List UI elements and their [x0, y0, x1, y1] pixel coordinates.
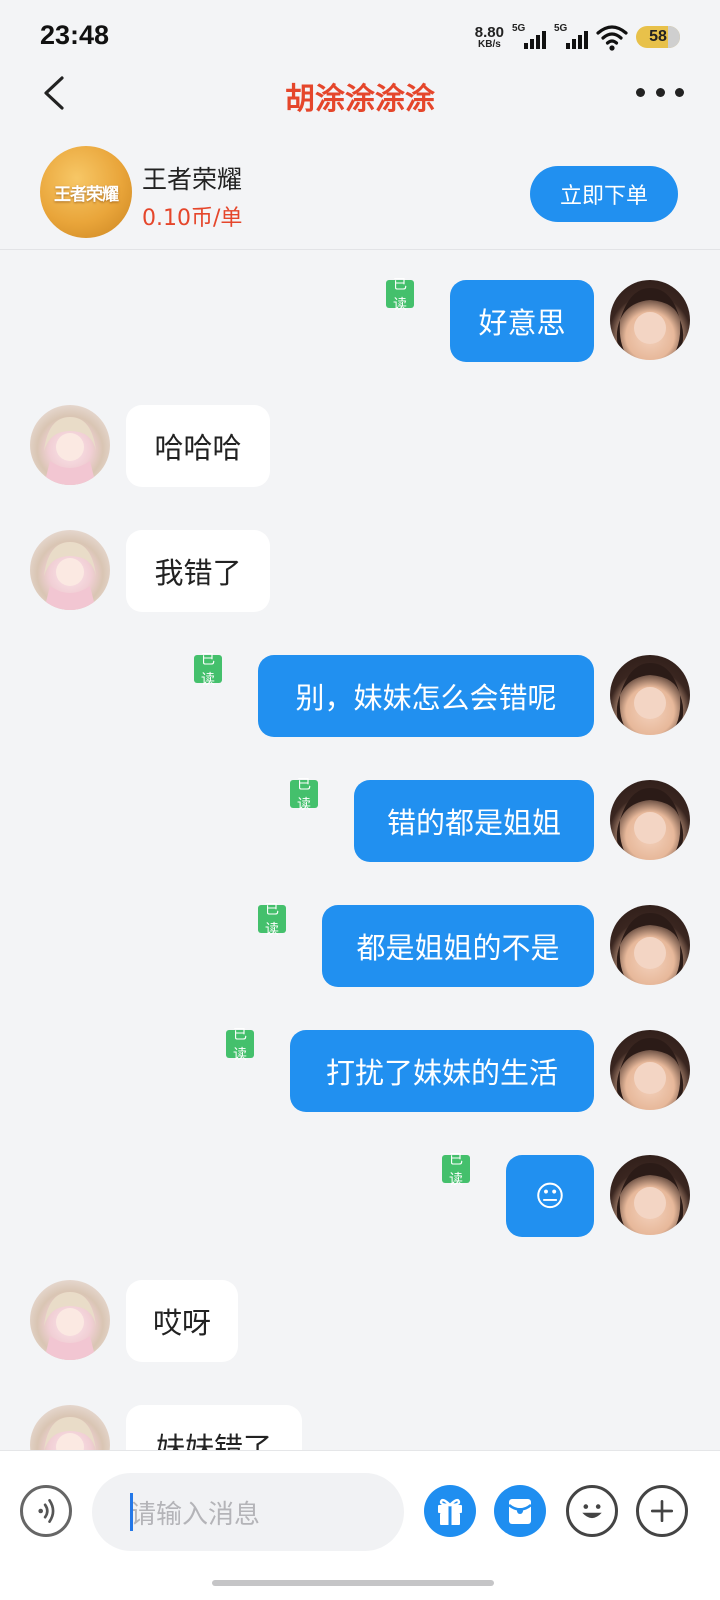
message-bubble-received[interactable]: 哈哈哈	[126, 405, 270, 487]
avatar-self[interactable]	[610, 780, 690, 860]
avatar-contact[interactable]	[30, 1280, 110, 1360]
message-bubble-sent[interactable]: 别，妹妹怎么会错呢	[258, 655, 594, 737]
service-name: 王者荣耀	[142, 165, 243, 194]
voice-icon[interactable]	[20, 1485, 72, 1537]
battery-level: 58	[649, 28, 667, 45]
status-time: 23:48	[40, 20, 110, 50]
message-input-placeholder: 请输入消息	[130, 1499, 261, 1530]
message-bubble-sent[interactable]: 错的都是姐姐	[354, 780, 594, 862]
read-badge: 已读	[442, 1152, 470, 1188]
message-bubble-sent[interactable]: 都是姐姐的不是	[322, 905, 594, 987]
page-title: 胡涂涂涂涂	[285, 82, 435, 117]
gift-icon[interactable]	[424, 1485, 476, 1537]
order-now-button[interactable]: 立即下单	[530, 166, 678, 222]
message-bubble-received[interactable]: 我错了	[126, 530, 270, 612]
signal-5g-icon: 5G	[512, 23, 546, 51]
avatar-self[interactable]	[610, 1030, 690, 1110]
message-bubble-received[interactable]: 哎呀	[126, 1280, 238, 1362]
game-logo: 王者荣耀	[40, 146, 132, 238]
plus-icon[interactable]	[636, 1485, 688, 1537]
message-bubble-sent[interactable]: 打扰了妹妹的生活	[290, 1030, 594, 1112]
network-speed-value: 8.80	[474, 23, 504, 41]
more-horizontal-icon[interactable]	[636, 80, 684, 104]
text-caret	[130, 1493, 133, 1531]
read-badge: 已读	[194, 652, 222, 688]
avatar-self[interactable]	[610, 655, 690, 735]
avatar-contact[interactable]	[30, 405, 110, 485]
emoji-icon[interactable]	[566, 1485, 618, 1537]
message-input[interactable]: 请输入消息	[92, 1473, 404, 1551]
top-nav: 胡涂涂涂涂	[0, 70, 720, 130]
home-indicator[interactable]	[212, 1580, 494, 1586]
avatar-self[interactable]	[610, 1155, 690, 1235]
battery-icon: 58	[636, 26, 680, 48]
service-card: 王者荣耀 王者荣耀 0.10币/单 立即下单	[0, 140, 720, 250]
status-bar: 23:48 8.80 KB/s 5G 5G 58	[0, 0, 720, 70]
avatar-self[interactable]	[610, 280, 690, 360]
read-badge: 已读	[258, 902, 286, 938]
message-bubble-sent[interactable]: 😐	[506, 1155, 594, 1237]
service-price: 0.10币/单	[142, 206, 243, 231]
read-badge: 已读	[290, 777, 318, 813]
network-speed: 8.80 KB/s	[475, 25, 504, 50]
signal-5g-icon: 5G	[554, 23, 588, 51]
read-badge: 已读	[386, 277, 414, 313]
avatar-contact[interactable]	[30, 530, 110, 610]
read-badge: 已读	[226, 1027, 254, 1063]
status-icons: 8.80 KB/s 5G 5G 58	[475, 22, 680, 52]
avatar-self[interactable]	[610, 905, 690, 985]
network-speed-unit: KB/s	[478, 38, 501, 50]
message-composer: 请输入消息	[0, 1450, 720, 1600]
red-packet-icon[interactable]	[494, 1485, 546, 1537]
message-bubble-sent[interactable]: 好意思	[450, 280, 594, 362]
wifi-icon	[596, 25, 628, 51]
